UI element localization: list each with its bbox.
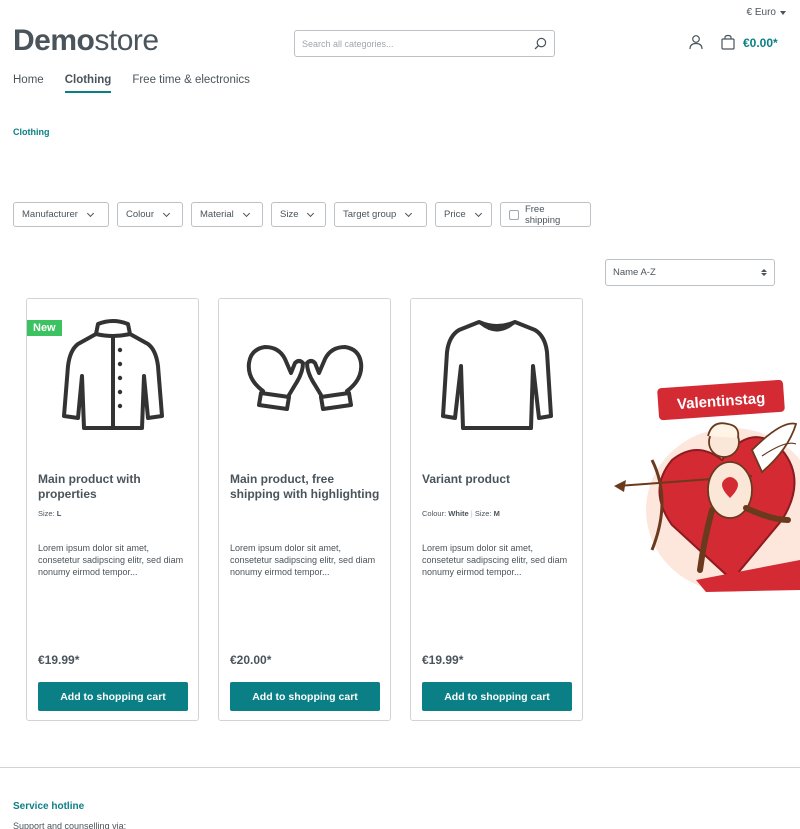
logo-bold-text: Demo <box>13 24 95 57</box>
property-value: M <box>493 509 500 518</box>
nav-item-clothing[interactable]: Clothing <box>64 74 112 93</box>
cart-total[interactable]: €0.00* <box>743 36 778 50</box>
property-value: L <box>56 509 62 518</box>
filter-material[interactable]: Material <box>191 202 263 227</box>
filter-label: Colour <box>126 209 154 220</box>
user-icon <box>689 35 703 50</box>
filter-label: Manufacturer <box>22 209 78 220</box>
chevron-down-icon <box>405 209 413 217</box>
filter-free-shipping[interactable]: Free shipping <box>500 202 591 227</box>
filter-manufacturer[interactable]: Manufacturer <box>13 202 109 227</box>
product-price: €19.99* <box>38 653 80 667</box>
filter-price[interactable]: Price <box>435 202 492 227</box>
product-name[interactable]: Main product, free shipping with highlig… <box>230 472 382 502</box>
property-label: Size: <box>474 509 492 518</box>
breadcrumb[interactable]: Clothing <box>13 127 50 137</box>
jacket-icon <box>61 319 164 430</box>
currency-label: € Euro <box>746 7 776 18</box>
chevron-down-icon <box>86 209 95 217</box>
sort-selected-value: Name A-Z <box>613 267 656 278</box>
product-properties: Colour: White | Size: M <box>422 509 500 518</box>
chevron-down-icon <box>242 209 250 217</box>
caret-down-icon <box>780 10 786 15</box>
support-text: Support and counselling via: <box>13 821 127 829</box>
search-input[interactable] <box>295 31 526 56</box>
property-separator: | <box>470 509 473 518</box>
mittens-icon <box>246 345 363 411</box>
add-to-cart-button[interactable]: Add to shopping cart <box>422 682 572 711</box>
cupid-heart-illustration: Valentinstag <box>614 379 800 592</box>
product-properties: Size: L <box>38 509 61 518</box>
filter-label: Free shipping <box>524 203 561 226</box>
product-price: €20.00* <box>230 653 272 667</box>
product-name[interactable]: Variant product <box>422 472 574 487</box>
valentines-promo-banner[interactable]: Valentinstag <box>612 379 800 595</box>
search-bar <box>294 30 555 57</box>
cart-button[interactable] <box>720 34 736 55</box>
main-navigation: Home Clothing Free time & electronics <box>13 74 250 93</box>
property-label: Size: <box>38 509 55 518</box>
filter-label: Material <box>200 209 234 220</box>
filter-panel: Manufacturer Colour Material Size Target… <box>13 202 591 227</box>
store-logo[interactable]: Demostore <box>13 24 159 58</box>
product-image[interactable] <box>411 311 582 441</box>
chevron-down-icon <box>474 209 482 217</box>
product-description: Lorem ipsum dolor sit amet, consetetur s… <box>38 543 184 577</box>
shopping-bag-icon <box>721 34 735 50</box>
logo-light-text: store <box>94 24 159 57</box>
free-shipping-checkbox[interactable] <box>509 209 519 220</box>
search-button[interactable] <box>526 31 554 56</box>
account-button[interactable] <box>688 34 704 55</box>
sort-select[interactable]: Name A-Z <box>605 259 775 286</box>
property-value: White <box>448 509 469 518</box>
property-label: Colour: <box>422 509 447 518</box>
filter-label: Price <box>444 209 466 220</box>
footer-divider <box>0 767 800 768</box>
new-badge: New <box>27 320 62 336</box>
product-card: Variant product Colour: White | Size: M … <box>410 298 583 721</box>
filter-label: Target group <box>343 209 397 220</box>
sort-arrows-icon <box>761 269 767 276</box>
chevron-down-icon <box>162 209 171 217</box>
filter-colour[interactable]: Colour <box>117 202 183 227</box>
service-hotline-title: Service hotline <box>13 801 85 812</box>
filter-size[interactable]: Size <box>271 202 326 227</box>
nav-item-free-time-electronics[interactable]: Free time & electronics <box>132 74 250 93</box>
filter-target-group[interactable]: Target group <box>334 202 427 227</box>
product-description: Lorem ipsum dolor sit amet, consetetur s… <box>422 543 568 577</box>
product-card: New Main product with properties Size: L… <box>26 298 199 721</box>
product-name[interactable]: Main product with properties <box>38 472 190 502</box>
currency-switcher[interactable]: € Euro <box>747 7 786 18</box>
product-price: €19.99* <box>422 653 464 667</box>
filter-label: Size <box>280 209 299 220</box>
product-card: Main product, free shipping with highlig… <box>218 298 391 721</box>
add-to-cart-button[interactable]: Add to shopping cart <box>38 682 188 711</box>
product-description: Lorem ipsum dolor sit amet, consetetur s… <box>230 543 376 577</box>
product-image[interactable] <box>219 311 390 441</box>
add-to-cart-button[interactable]: Add to shopping cart <box>230 682 380 711</box>
sweater-icon <box>440 320 553 430</box>
nav-item-home[interactable]: Home <box>13 74 44 93</box>
search-icon <box>534 37 546 50</box>
chevron-down-icon <box>307 209 315 217</box>
